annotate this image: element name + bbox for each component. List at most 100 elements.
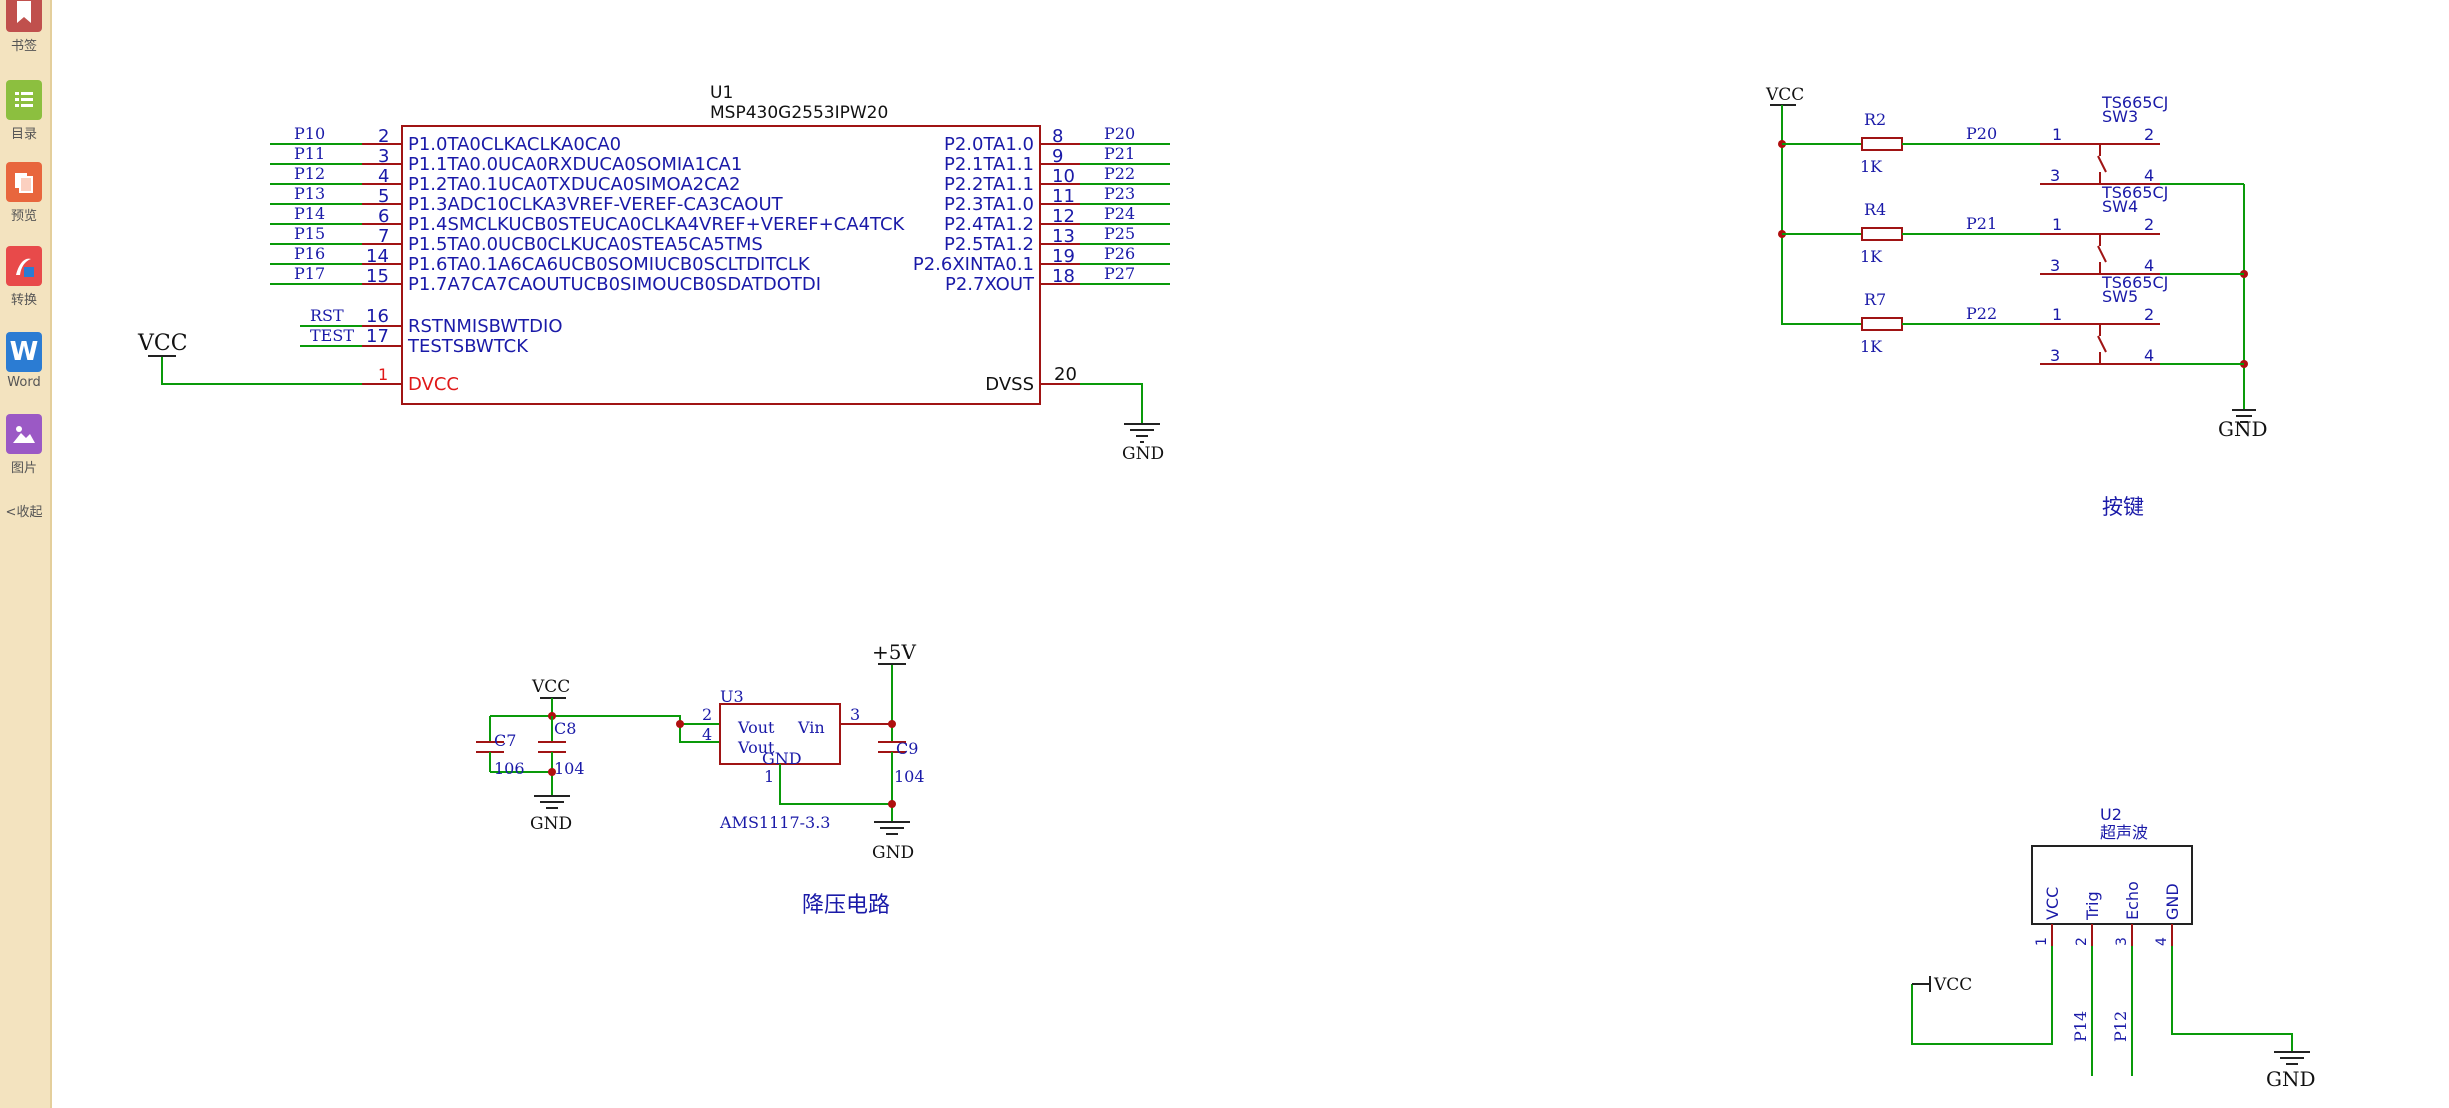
- pin-name: P1.3ADC10CLKA3VREF-VEREF-CA3CAOUT: [408, 194, 784, 215]
- pin-name: VCC: [2043, 887, 2062, 920]
- pin-number: 3: [2050, 256, 2060, 275]
- pin-number: 9: [1052, 146, 1063, 167]
- gnd-label: GND: [2266, 1067, 2316, 1091]
- pin-number: 1: [378, 365, 388, 384]
- buttons-title: 按键: [2102, 495, 2144, 519]
- pin-number: 6: [378, 206, 389, 227]
- pin-number: 1: [2052, 215, 2062, 234]
- regulator-title: 降压电路: [802, 893, 890, 918]
- pin-name: P1.1TA0.0UCA0RXDUCA0SOMIA1CA1: [408, 154, 742, 175]
- net-label: P27: [1104, 264, 1135, 283]
- schematic-canvas: U1 MSP430G2553IPW20 P10 2 P1.0TA0CLKACLK…: [137, 83, 2316, 1091]
- pin-name: Echo: [2123, 881, 2142, 920]
- pin-number: 4: [378, 166, 389, 187]
- button-row: R7 1K P22 TS665CJ SW5 1 2 3 4: [1782, 273, 2244, 365]
- pin-number: 11: [1052, 186, 1075, 207]
- mcu-part: MSP430G2553IPW20: [710, 103, 888, 123]
- regulator-circuit: VCC C7 106 C8 104 GND U3 Vout Vout Vin G…: [476, 640, 925, 918]
- net-label: P20: [1104, 124, 1135, 143]
- net-label: P16: [294, 244, 325, 263]
- ultrasonic-module: U2 超声波 VCC 1 Trig 2 Echo 3 GND 4 VCC P14…: [1911, 805, 2316, 1091]
- vcc-label: VCC: [1933, 975, 1972, 995]
- cap-value: 104: [894, 767, 925, 786]
- pin-number: 8: [1052, 126, 1063, 147]
- net-label: P12: [294, 164, 325, 183]
- pin-number: 15: [366, 266, 389, 287]
- mcu-ref: U1: [710, 83, 733, 103]
- pin-name: P2.5TA1.2: [944, 234, 1034, 255]
- pin-name: P2.2TA1.1: [944, 174, 1034, 195]
- pin-name: P2.6XINTA0.1: [913, 254, 1034, 275]
- pin-name: P1.2TA0.1UCA0TXDUCA0SIMOA2CA2: [408, 174, 740, 195]
- pin-number: 3: [378, 146, 389, 167]
- net-label: P14: [294, 204, 325, 223]
- module-part: 超声波: [2100, 823, 2148, 842]
- resistor-ref: R4: [1864, 200, 1886, 219]
- vcc-label: VCC: [531, 677, 570, 697]
- pin-number: 12: [1052, 206, 1075, 227]
- resistor-value: 1K: [1860, 247, 1883, 266]
- cap-ref: C8: [554, 719, 576, 738]
- pin-name: P2.3TA1.0: [944, 194, 1034, 215]
- pin-number: 19: [1052, 246, 1075, 267]
- net-label: P21: [1104, 144, 1135, 163]
- module-pin: Trig 2: [2074, 891, 2102, 946]
- pin-name: RSTNMISBWTDIO: [408, 316, 563, 337]
- pin-number: 2: [2074, 937, 2090, 946]
- gnd-label: GND: [872, 843, 914, 863]
- pin-number: 1: [764, 767, 774, 786]
- pin-number: 7: [378, 226, 389, 247]
- gnd-label: GND: [2218, 417, 2268, 441]
- net-label: P11: [294, 144, 325, 163]
- net-label: P13: [294, 184, 325, 203]
- pin-number: 18: [1052, 266, 1075, 287]
- pin-number: 17: [366, 326, 389, 347]
- pin-name: P2.4TA1.2: [944, 214, 1034, 235]
- pin-name: P1.7A7CA7CAOUTUCB0SIMOUCB0SDATDOTDI: [408, 274, 821, 295]
- gnd-label: GND: [1122, 444, 1164, 464]
- regulator-ref: U3: [720, 687, 744, 706]
- mcu-u1: U1 MSP430G2553IPW20 P10 2 P1.0TA0CLKACLK…: [137, 83, 1170, 464]
- net-label: P20: [1966, 124, 1997, 143]
- module-pin: GND 4: [2154, 883, 2182, 946]
- pin-name: Vin: [797, 718, 825, 737]
- pin-name: TESTSBWTCK: [407, 336, 529, 357]
- regulator-part: AMS1117-3.3: [719, 813, 830, 832]
- pin-name: P1.4SMCLKUCB0STEUCA0CLKA4VREF+VEREF+CA4T…: [408, 214, 906, 235]
- resistor-ref: R2: [1864, 110, 1886, 129]
- switch-ref: SW3: [2102, 107, 2138, 126]
- pin-name: GND: [2163, 883, 2182, 920]
- pin-number: 2: [378, 126, 389, 147]
- net-label: P25: [1104, 224, 1135, 243]
- vcc-label: VCC: [137, 331, 188, 356]
- plus5v-label: +5V: [872, 640, 916, 664]
- resistor-value: 1K: [1860, 337, 1883, 356]
- pin-number: 1: [2052, 305, 2062, 324]
- cap-value: 106: [494, 759, 525, 778]
- pin-name: P1.0TA0CLKACLKA0CA0: [408, 134, 621, 155]
- pin-number: 3: [2050, 166, 2060, 185]
- pin-number: 14: [366, 246, 389, 267]
- net-label: P23: [1104, 184, 1135, 203]
- pin-name: P2.0TA1.0: [944, 134, 1034, 155]
- pin-name: GND: [762, 749, 802, 768]
- pin-number: 2: [2144, 125, 2154, 144]
- net-label: P15: [294, 224, 325, 243]
- pin-number: 3: [2050, 346, 2060, 365]
- net-label: RST: [310, 306, 344, 325]
- net-label: P22: [1104, 164, 1135, 183]
- cap-ref: C7: [494, 731, 516, 750]
- pin-name: Vout: [737, 718, 775, 737]
- net-label: P26: [1104, 244, 1135, 263]
- buttons-circuit: VCC GND 按键 R2 1K P20 TS665CJ SW3 1 2 3 4…: [1765, 85, 2268, 519]
- net-label: P22: [1966, 304, 1997, 323]
- net-label: TEST: [310, 326, 354, 345]
- vcc-label: VCC: [1765, 85, 1804, 105]
- pin-name: Trig: [2083, 891, 2102, 921]
- pin-number: 4: [702, 725, 712, 744]
- pin-name: DVCC: [408, 374, 459, 395]
- pin-number: 20: [1054, 364, 1077, 385]
- pin-number: 2: [702, 705, 712, 724]
- switch-ref: SW4: [2102, 197, 2138, 216]
- net-label: P24: [1104, 204, 1135, 223]
